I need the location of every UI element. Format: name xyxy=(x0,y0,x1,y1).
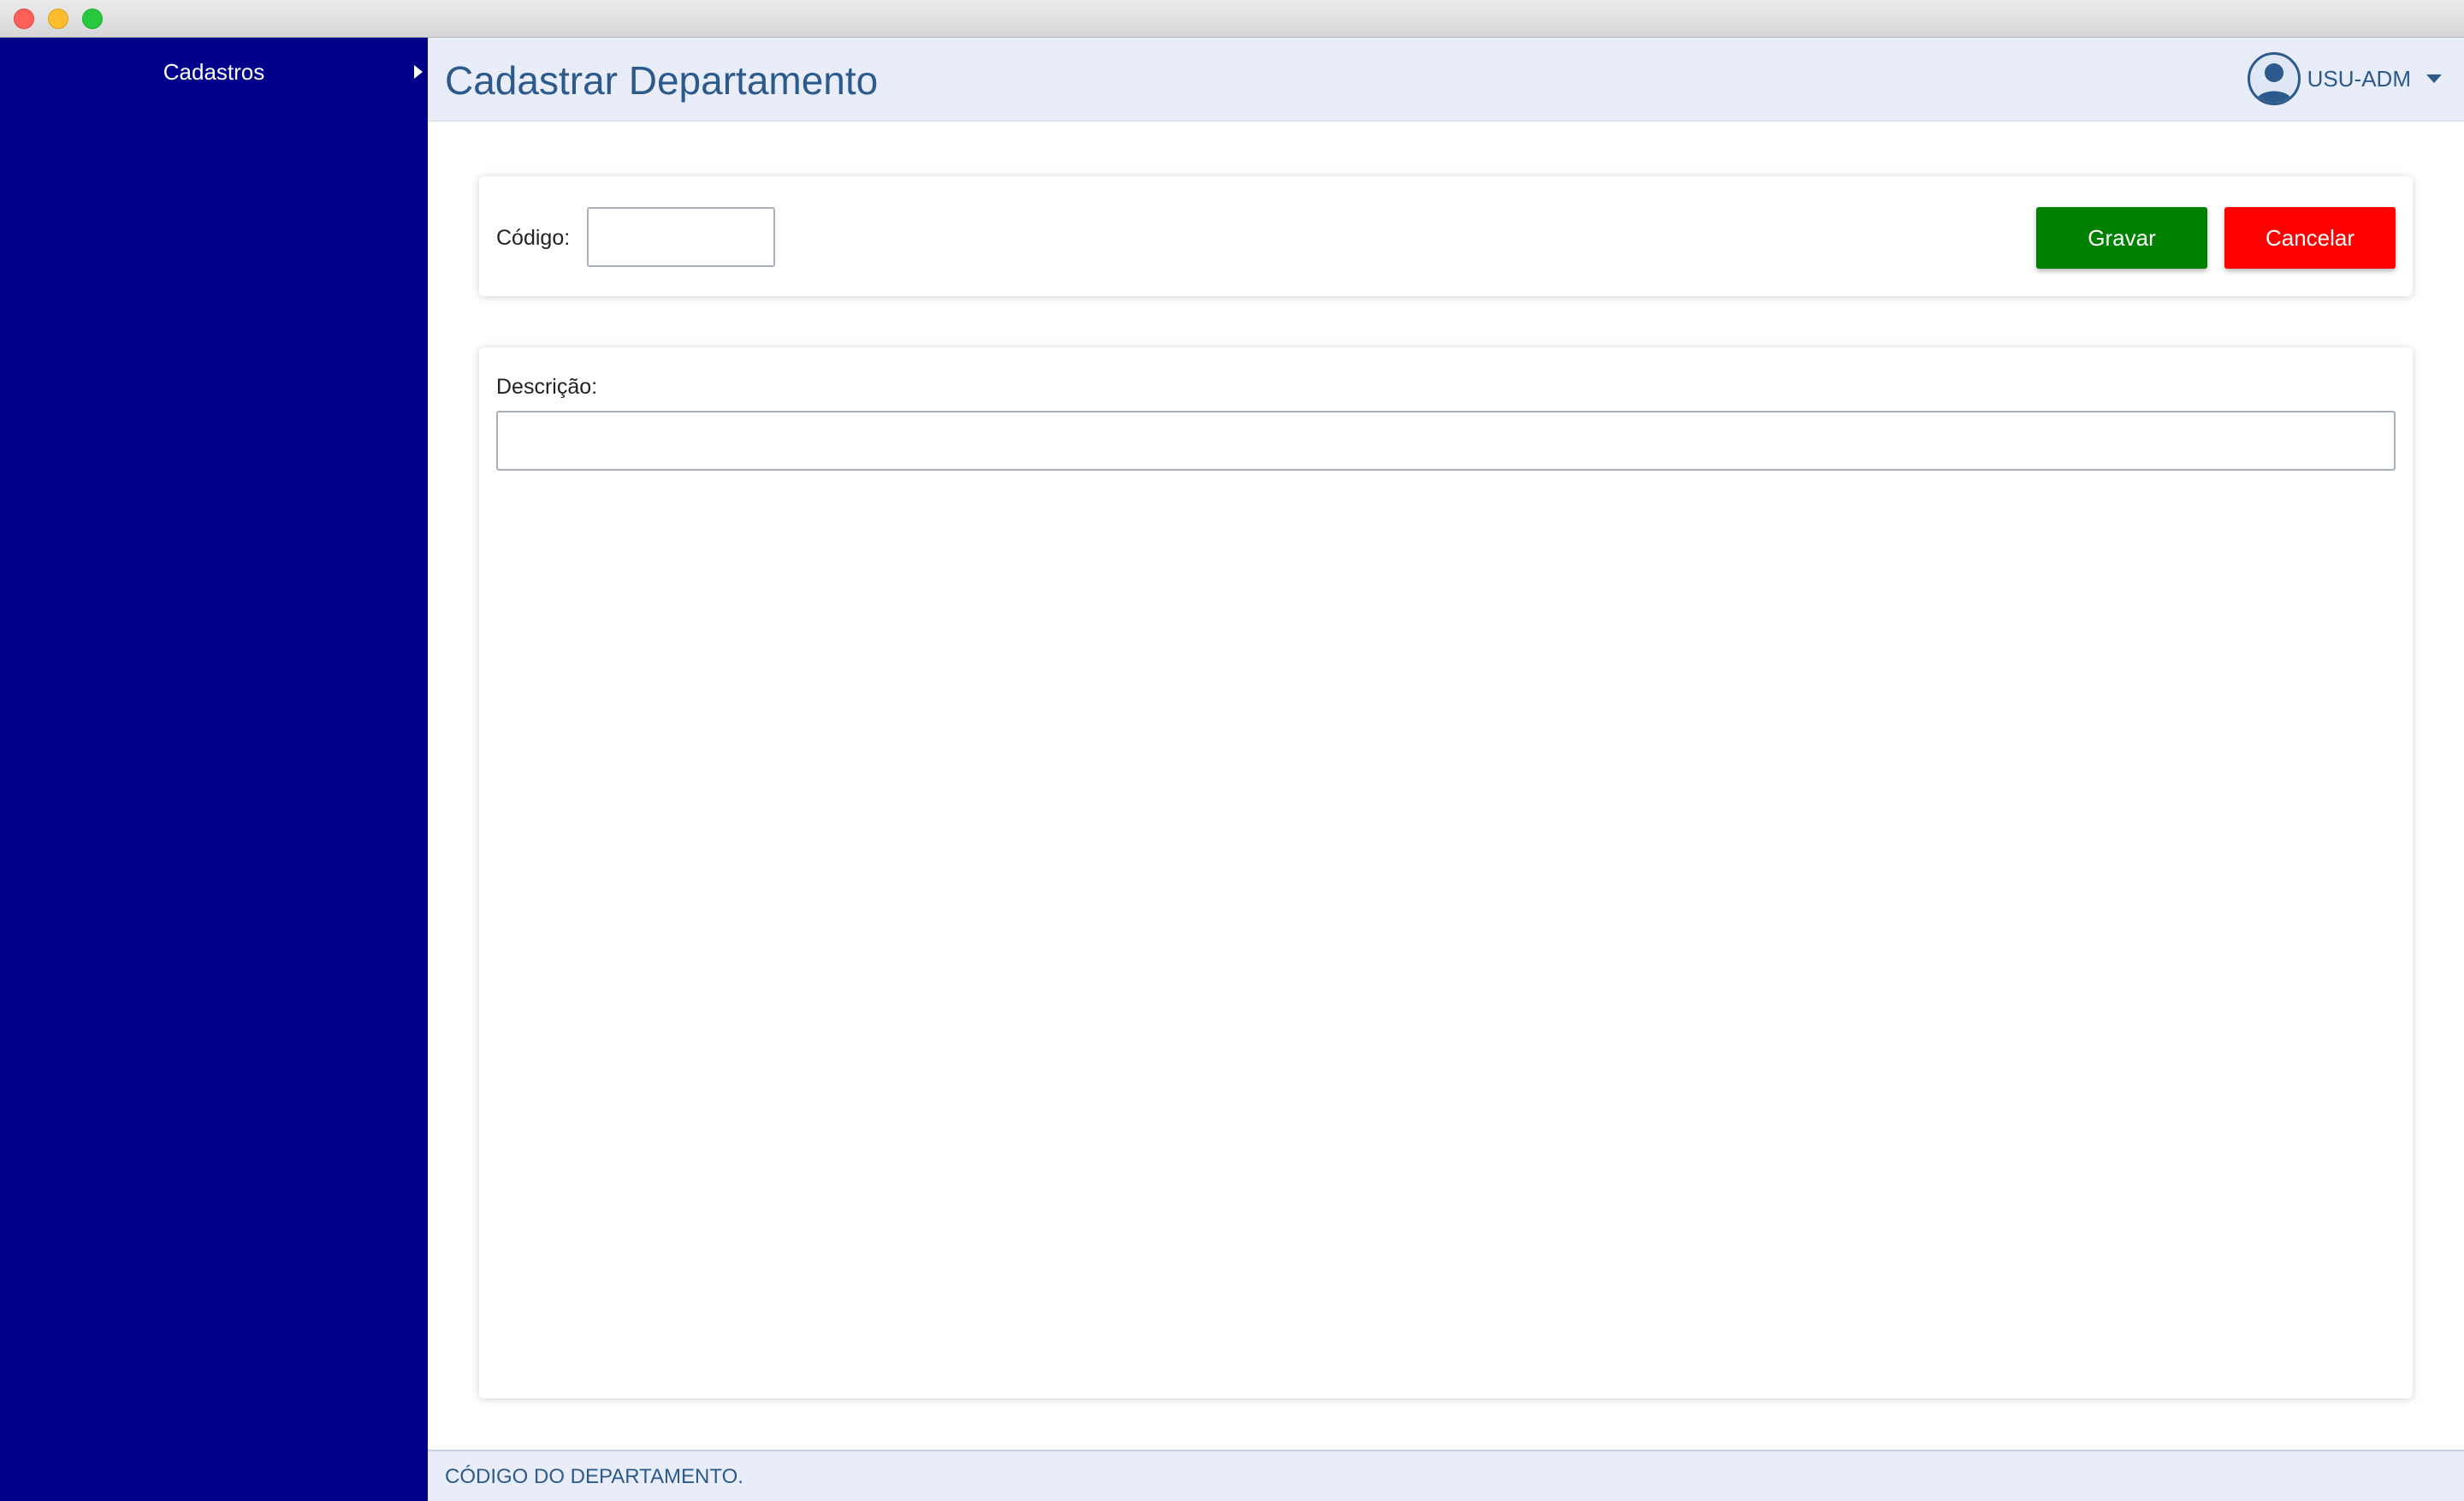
status-bar: CÓDIGO DO DEPARTAMENTO. xyxy=(428,1450,2464,1501)
codigo-card: Código: Gravar Cancelar xyxy=(479,176,2413,296)
codigo-label: Código: xyxy=(496,226,571,250)
main-content: Código: Gravar Cancelar Descrição: xyxy=(428,122,2464,1450)
cancel-button[interactable]: Cancelar xyxy=(2224,207,2396,269)
descricao-card: Descrição: xyxy=(479,347,2413,1398)
descricao-input[interactable] xyxy=(496,411,2396,471)
window-minimize-button[interactable] xyxy=(48,9,68,29)
user-menu[interactable]: USU-ADM xyxy=(2247,51,2442,106)
chevron-right-icon xyxy=(414,65,423,79)
save-button[interactable]: Gravar xyxy=(2036,207,2207,269)
page-header: Cadastrar Departamento USU-ADM xyxy=(428,38,2464,122)
sidebar: Cadastros xyxy=(0,38,428,1501)
sidebar-item-label: Cadastros xyxy=(163,59,265,85)
sidebar-item-cadastros[interactable]: Cadastros xyxy=(0,38,428,106)
user-avatar-icon xyxy=(2247,52,2301,105)
window-maximize-button[interactable] xyxy=(82,9,103,29)
descricao-label: Descrição: xyxy=(496,375,598,399)
caret-down-icon xyxy=(2426,74,2442,83)
user-name: USU-ADM xyxy=(2307,65,2411,92)
window-close-button[interactable] xyxy=(14,9,34,29)
codigo-input[interactable] xyxy=(587,207,775,267)
window-titlebar xyxy=(0,0,2464,38)
page-title: Cadastrar Departamento xyxy=(445,58,879,103)
status-text: CÓDIGO DO DEPARTAMENTO. xyxy=(445,1465,743,1488)
